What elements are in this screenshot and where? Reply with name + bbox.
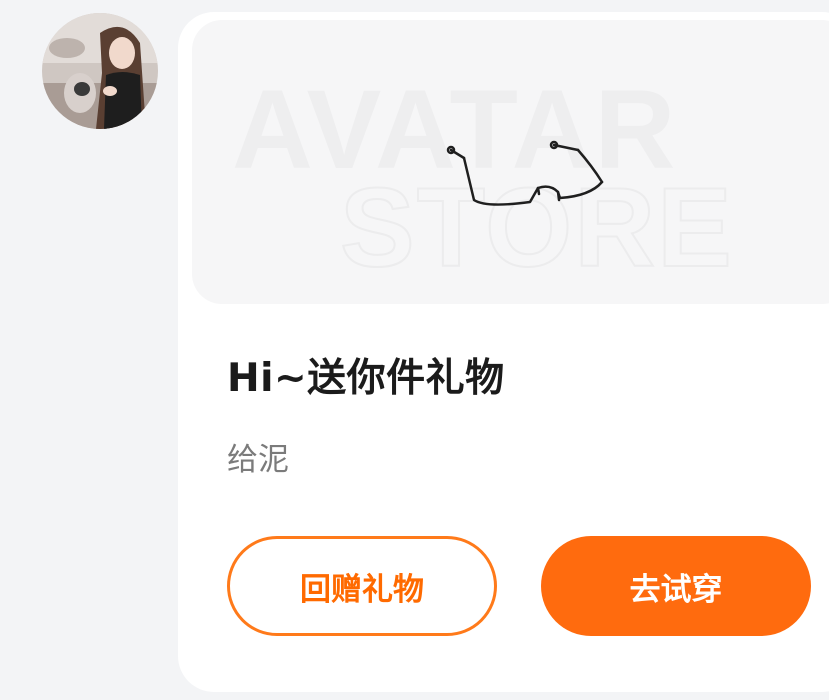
chat-page: AVATAR STORE Hi~送你件礼物 给泥 回赠礼物 去试穿 bbox=[0, 0, 829, 700]
return-gift-label: 回赠礼物 bbox=[300, 571, 424, 608]
gift-card: AVATAR STORE Hi~送你件礼物 给泥 回赠礼物 去试穿 bbox=[178, 12, 829, 692]
try-on-button[interactable]: 去试穿 bbox=[541, 536, 811, 636]
glasses-icon bbox=[446, 140, 604, 206]
gift-title: Hi~送你件礼物 bbox=[227, 356, 505, 401]
sender-avatar[interactable] bbox=[42, 13, 158, 129]
try-on-label: 去试穿 bbox=[629, 571, 723, 608]
gift-banner: AVATAR STORE bbox=[192, 20, 829, 304]
avatar-image bbox=[42, 13, 158, 129]
gift-subtitle: 给泥 bbox=[227, 442, 289, 478]
return-gift-button[interactable]: 回赠礼物 bbox=[227, 536, 497, 636]
